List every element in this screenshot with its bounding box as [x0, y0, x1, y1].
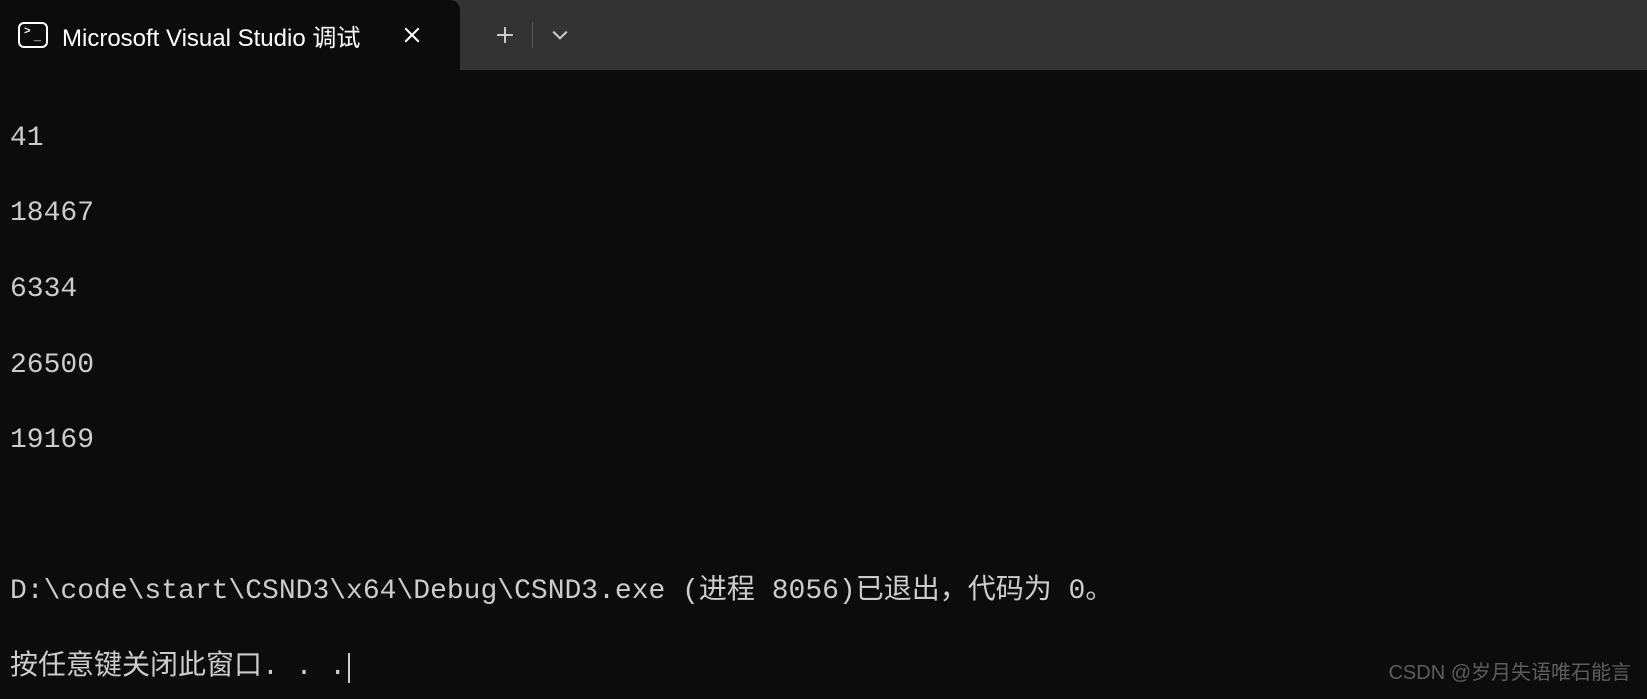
- text-cursor: [348, 653, 350, 683]
- close-tab-button[interactable]: [396, 19, 428, 51]
- output-line: 41: [10, 120, 1637, 158]
- divider: [532, 22, 533, 48]
- exit-message: D:\code\start\CSND3\x64\Debug\CSND3.exe …: [10, 573, 1637, 611]
- close-prompt: 按任意键关闭此窗口. . .: [10, 652, 346, 683]
- active-tab[interactable]: Microsoft Visual Studio 调试: [0, 0, 460, 70]
- output-line: 19169: [10, 422, 1637, 460]
- plus-icon: [496, 26, 514, 44]
- chevron-down-icon: [551, 26, 569, 44]
- output-line: 26500: [10, 347, 1637, 385]
- terminal-output[interactable]: 41 18467 6334 26500 19169 D:\code\start\…: [0, 70, 1647, 699]
- tab-dropdown-button[interactable]: [535, 15, 585, 55]
- new-tab-button[interactable]: [480, 15, 530, 55]
- tab-actions: [460, 0, 585, 70]
- output-line: 6334: [10, 271, 1637, 309]
- terminal-icon: [18, 22, 48, 48]
- tab-title: Microsoft Visual Studio 调试: [62, 18, 382, 53]
- close-icon: [403, 26, 421, 44]
- blank-line: [10, 498, 1637, 536]
- output-line: 18467: [10, 195, 1637, 233]
- titlebar: Microsoft Visual Studio 调试: [0, 0, 1647, 70]
- watermark: CSDN @岁月失语唯石能言: [1388, 656, 1631, 685]
